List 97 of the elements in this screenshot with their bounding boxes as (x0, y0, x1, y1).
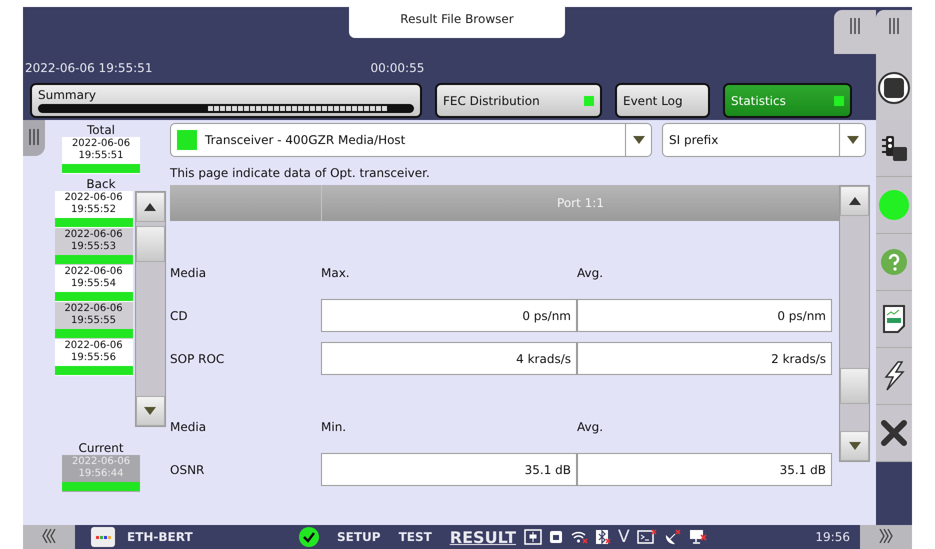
entry-date: 2022-06-06 (70, 456, 132, 468)
scroll-up-button[interactable] (840, 186, 869, 216)
entry-date: 2022-06-06 (63, 303, 124, 315)
terminal-icon (636, 529, 657, 545)
right-chevrons-icon (879, 528, 893, 542)
entry-time: 19:55:52 (70, 204, 117, 216)
column-heading: Max. (321, 266, 351, 280)
table-cell: 0 ps/nm (321, 299, 577, 332)
entry-time: 19:55:56 (70, 352, 117, 364)
down-arrow-icon (846, 136, 858, 144)
row-label: OSNR (170, 462, 206, 476)
lightning-icon (882, 361, 906, 391)
down-arrow-icon (144, 407, 156, 415)
elapsed-time: 00:00:55 (370, 61, 424, 75)
scrollbar[interactable] (134, 191, 166, 427)
bluetooth-icon (595, 529, 612, 545)
side-button[interactable] (876, 405, 912, 462)
group-label: Current (77, 442, 125, 455)
entry-date: 2022-06-06 (63, 340, 124, 352)
satellite-dish-icon (664, 529, 682, 545)
clock: 19:56 (815, 530, 850, 544)
result-entry[interactable]: 2022-06-06 19:55:52 (54, 191, 132, 228)
scrollbar[interactable] (839, 185, 870, 462)
tab[interactable]: FEC Distribution (435, 83, 602, 118)
network-port-icon (549, 530, 564, 544)
column-heading: Avg. (577, 266, 604, 280)
group-label: Total (86, 124, 116, 137)
result-entry[interactable]: 2022-06-06 19:55:55 (54, 302, 132, 339)
dropdown[interactable]: SI prefix (662, 123, 866, 157)
panel-handle[interactable] (834, 10, 876, 54)
side-button[interactable] (876, 291, 912, 348)
tab[interactable]: Summary (30, 83, 422, 118)
row-label: CD (170, 308, 189, 322)
grip-icon (849, 18, 861, 34)
window-title: Result File Browser (349, 7, 565, 38)
traffic-light-icon (880, 134, 908, 162)
table-cell: 2 krads/s (577, 342, 832, 375)
scroll-down-button[interactable] (136, 396, 164, 426)
table-cell: 35.1 dB (577, 453, 832, 486)
nav-link[interactable]: RESULT (450, 528, 516, 546)
column-heading: Min. (321, 420, 348, 434)
wifi-icon (570, 530, 588, 544)
side-button[interactable] (876, 120, 912, 177)
group-label: Back (85, 178, 117, 191)
side-button[interactable] (876, 348, 912, 405)
entry-date: 2022-06-06 (63, 229, 124, 241)
table-cell: 4 krads/s (321, 342, 577, 375)
panel-handle[interactable] (23, 120, 45, 156)
entry-date: 2022-06-06 (70, 138, 132, 150)
report-icon (883, 305, 905, 333)
mode-indicator: V (618, 527, 630, 547)
stop-button[interactable] (878, 72, 910, 104)
status-light-icon (878, 189, 910, 221)
scroll-up-button[interactable] (136, 192, 164, 222)
close-icon (881, 420, 907, 446)
app-name: ETH-BERT (127, 530, 194, 544)
scroll-right-button[interactable] (860, 525, 912, 549)
down-arrow-icon (632, 136, 644, 144)
entry-date: 2022-06-06 (63, 192, 124, 204)
entry-time: 19:55:53 (70, 241, 117, 253)
tab[interactable]: Event Log (615, 83, 710, 118)
result-entry[interactable]: 2022-06-06 19:55:53 (54, 228, 132, 265)
section-heading: Media (170, 420, 208, 434)
result-entry[interactable]: 2022-06-06 19:55:51 (62, 137, 140, 174)
row-label: SOP ROC (170, 352, 226, 366)
left-chevrons-icon (42, 528, 56, 542)
table-cell: 0 ps/nm (577, 299, 832, 332)
check-icon (299, 527, 319, 547)
column-heading: Avg. (577, 420, 604, 434)
description: This page indicate data of Opt. transceiver. (170, 166, 431, 180)
app-icon (91, 527, 115, 547)
entry-time: 19:55:55 (70, 315, 117, 327)
monitor-icon (688, 529, 707, 545)
nav-link[interactable]: TEST (398, 530, 432, 544)
scroll-left-button[interactable] (23, 525, 75, 549)
up-arrow-icon (848, 197, 860, 205)
result-entry[interactable]: 2022-06-06 19:55:54 (54, 265, 132, 302)
dropdown[interactable]: Transceiver - 400GZR Media/Host (170, 123, 652, 157)
down-arrow-icon (848, 442, 860, 450)
plug-icon (524, 529, 542, 545)
grip-icon (888, 18, 900, 34)
tab[interactable]: Statistics (723, 83, 852, 118)
entry-time: 19:55:51 (78, 150, 124, 162)
nav-link[interactable]: SETUP (337, 530, 381, 544)
entry-time: 19:56:44 (78, 468, 124, 480)
scroll-down-button[interactable] (840, 431, 869, 461)
entry-date: 2022-06-06 (63, 266, 124, 278)
up-arrow-icon (144, 203, 156, 211)
result-entry[interactable]: 2022-06-06 19:55:56 (54, 339, 132, 376)
datetime: 2022-06-06 19:55:51 (25, 61, 152, 75)
grip-icon (28, 128, 40, 144)
help-icon (881, 249, 907, 275)
scroll-thumb[interactable] (136, 226, 164, 262)
scroll-thumb[interactable] (840, 368, 869, 404)
section-heading: Media (170, 266, 208, 280)
table-cell: 35.1 dB (321, 453, 577, 486)
entry-time: 19:55:54 (70, 278, 117, 290)
